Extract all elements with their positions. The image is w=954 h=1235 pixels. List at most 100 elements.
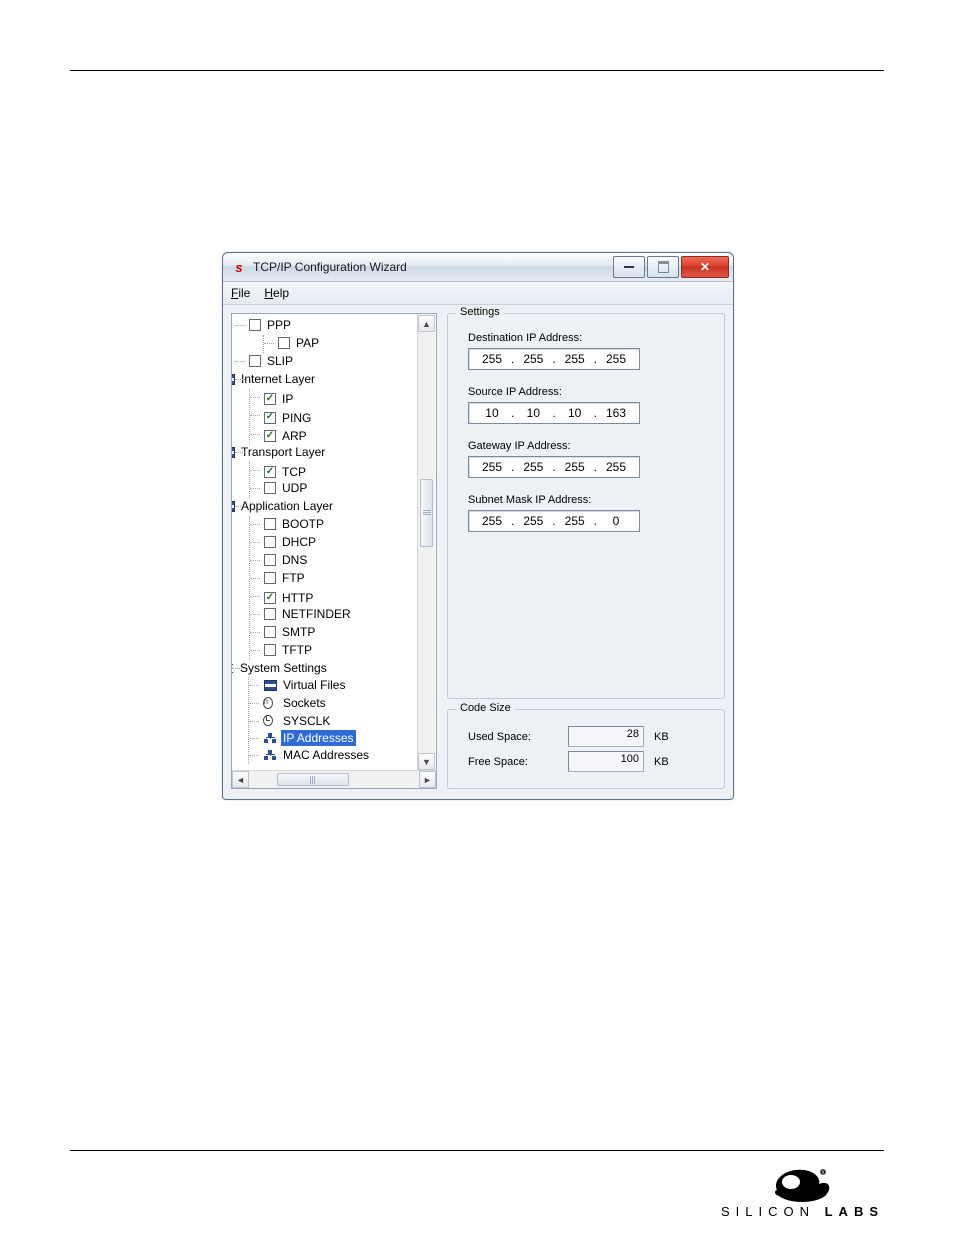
tree-node-sockets[interactable]: Sockets [249,695,436,713]
ip-octet[interactable]: 10 [516,406,550,420]
tree-node-smtp[interactable]: SMTP [250,624,436,642]
checkbox-icon[interactable] [264,608,276,620]
tree-node-ftp[interactable]: FTP [250,570,436,588]
checkbox-icon[interactable] [264,466,276,478]
ip-octet[interactable]: 163 [599,406,633,420]
ip-octet[interactable]: 255 [516,352,550,366]
checkbox-icon[interactable] [264,572,276,584]
ip-octet[interactable]: 255 [558,460,592,474]
tree-label: PAP [294,335,321,351]
tree-label: HTTP [280,590,315,606]
menu-help[interactable]: Help [264,286,289,300]
tree-node-http[interactable]: HTTP [250,588,436,607]
tree-node-ping[interactable]: PING [250,407,436,426]
bottom-rule [70,1150,884,1151]
checkbox-icon[interactable] [264,412,276,424]
checkbox-icon[interactable] [264,430,276,442]
tree-node-ppp[interactable]: PPP PAP [235,317,436,353]
checkbox-icon[interactable] [264,536,276,548]
ip-octet[interactable]: 255 [475,460,509,474]
checkbox-icon[interactable] [264,518,276,530]
tree-node-system-settings[interactable]: System Settings Virtual Files Sockets SY… [232,660,436,764]
src-ip-input[interactable]: 10. 10. 10. 163 [468,402,640,424]
tree-label: TFTP [280,642,314,658]
group-legend: Code Size [456,702,515,714]
menu-file[interactable]: File [231,286,250,300]
tree-label: Application Layer [239,498,335,514]
tree-node-tcp[interactable]: TCP [250,462,436,481]
code-size-group: Code Size Used Space: 28 KB Free Space: … [447,709,725,789]
tree-node-mac-addresses[interactable]: MAC Addresses [249,747,436,764]
minimize-button[interactable] [613,256,645,278]
scrollbar-thumb[interactable] [277,773,349,786]
maximize-button[interactable] [647,256,679,278]
checkbox-icon[interactable] [249,355,261,367]
tree-node-udp[interactable]: UDP [250,480,436,498]
checkbox-icon[interactable] [264,393,276,405]
scrollbar-thumb[interactable] [420,479,433,547]
dest-ip-input[interactable]: 255. 255. 255. 255 [468,348,640,370]
ip-octet[interactable]: 255 [599,352,633,366]
tree-node-internet-layer[interactable]: Internet Layer IP PING ARP [235,371,436,444]
horizontal-scrollbar[interactable]: ◄ ► [232,770,436,788]
tree-label: UDP [280,480,309,496]
ip-octet[interactable]: 255 [516,460,550,474]
ip-octet[interactable]: 255 [516,514,550,528]
brand-text-b: LABS [825,1204,884,1219]
tree-node-ip-addresses[interactable]: IP Addresses [249,730,436,747]
tree-node-virtual-files[interactable]: Virtual Files [249,677,436,695]
tree-node-arp[interactable]: ARP [250,426,436,445]
ip-octet[interactable]: 255 [475,514,509,528]
tree-label: DHCP [280,534,318,550]
mask-ip-input[interactable]: 255. 255. 255. 0 [468,510,640,532]
tree-node-ip[interactable]: IP [250,389,436,408]
checkbox-icon[interactable] [278,337,290,349]
tree-node-pap[interactable]: PAP [264,335,436,353]
tree-label: SYSCLK [281,713,332,729]
scroll-down-icon[interactable]: ▼ [418,753,435,770]
ip-octet[interactable]: 255 [558,514,592,528]
checkbox-icon[interactable] [264,644,276,656]
checkbox-icon[interactable] [264,482,276,494]
tree-scroll[interactable]: PPP PAP SLIP Internet Layer IP [232,314,436,770]
gw-ip-input[interactable]: 255. 255. 255. 255 [468,456,640,478]
checkbox-icon[interactable] [264,626,276,638]
tree-node-transport-layer[interactable]: Transport Layer TCP UDP [235,444,436,498]
tree-label: PING [280,410,313,426]
tree-node-dns[interactable]: DNS [250,552,436,570]
app-icon: s [231,259,247,275]
ip-octet[interactable]: 10 [475,406,509,420]
tree-node-tftp[interactable]: TFTP [250,642,436,660]
tree-node-slip[interactable]: SLIP [235,353,436,371]
checkbox-icon[interactable] [264,592,276,604]
field-src-ip: Source IP Address: 10. 10. 10. 163 [468,386,712,424]
group-legend: Settings [456,306,504,318]
scroll-right-icon[interactable]: ► [419,771,436,788]
tree-node-bootp[interactable]: BOOTP [250,516,436,534]
tree-node-sysclk[interactable]: SYSCLK [249,713,436,731]
menubar: File Help [223,282,733,305]
titlebar[interactable]: s TCP/IP Configuration Wizard ✕ [223,253,733,282]
ip-octet[interactable]: 255 [599,460,633,474]
field-label: Gateway IP Address: [468,440,712,452]
tree-node-application-layer[interactable]: Application Layer BOOTP DHCP DNS FTP HTT… [235,498,436,660]
vertical-scrollbar[interactable]: ▲ ▼ [417,315,435,770]
tree-node-dhcp[interactable]: DHCP [250,534,436,552]
checkbox-icon[interactable] [264,554,276,566]
checkbox-icon[interactable] [249,319,261,331]
tree-node-netfinder[interactable]: NETFINDER [250,606,436,624]
free-space-value: 100 [568,751,644,772]
ip-octet[interactable]: 10 [558,406,592,420]
scroll-left-icon[interactable]: ◄ [232,771,249,788]
field-mask-ip: Subnet Mask IP Address: 255. 255. 255. 0 [468,494,712,532]
top-rule [70,70,884,71]
scroll-up-icon[interactable]: ▲ [418,315,435,332]
tree-panel: PPP PAP SLIP Internet Layer IP [231,313,437,789]
close-button[interactable]: ✕ [681,256,729,278]
ip-octet[interactable]: 0 [599,514,633,528]
tree-label: DNS [280,552,309,568]
layer-icon [232,372,235,386]
ip-octet[interactable]: 255 [475,352,509,366]
ip-octet[interactable]: 255 [558,352,592,366]
tree-label: System Settings [238,660,329,676]
